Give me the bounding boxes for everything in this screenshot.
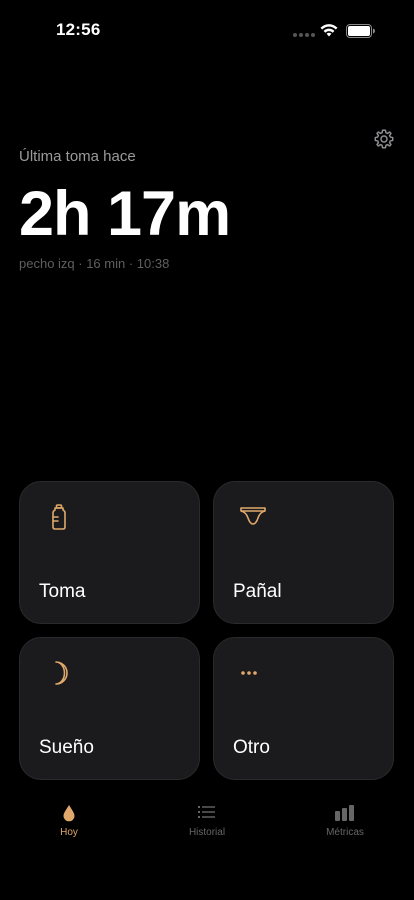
last-feed-label: Última toma hace <box>19 148 136 165</box>
status-time: 12:56 <box>56 20 101 39</box>
bar-chart-icon <box>335 805 354 821</box>
wifi-icon <box>320 24 338 37</box>
otro-label: Otro <box>233 737 270 758</box>
toma-label: Toma <box>39 581 86 602</box>
tab-historial[interactable]: Historial <box>147 800 267 850</box>
sueno-button[interactable]: Sueño <box>19 637 200 780</box>
diaper-icon <box>240 507 266 525</box>
drop-icon <box>63 805 75 822</box>
status-bar: 12:56 <box>0 0 414 60</box>
list-icon <box>198 806 215 818</box>
sueno-label: Sueño <box>39 737 94 758</box>
battery-icon <box>346 24 375 38</box>
tab-hoy-label: Hoy <box>60 827 78 838</box>
last-feed-details: pecho izq · 16 min · 10:38 <box>19 256 170 271</box>
toma-button[interactable]: Toma <box>19 481 200 624</box>
panal-label: Pañal <box>233 581 282 602</box>
tab-historial-label: Historial <box>188 827 226 838</box>
elapsed-time: 2h 17m <box>19 179 231 249</box>
signal-icon <box>293 33 315 37</box>
gear-icon[interactable] <box>373 128 395 150</box>
bottle-icon <box>52 504 66 530</box>
moon-icon <box>55 661 68 685</box>
tab-metricas-label: Métricas <box>326 827 364 838</box>
tab-metricas[interactable]: Métricas <box>285 800 405 850</box>
more-dots-icon <box>241 671 257 675</box>
tab-bar: Hoy Historial Métricas <box>0 800 414 850</box>
otro-button[interactable]: Otro <box>213 637 394 780</box>
tab-hoy[interactable]: Hoy <box>9 800 129 850</box>
panal-button[interactable]: Pañal <box>213 481 394 624</box>
